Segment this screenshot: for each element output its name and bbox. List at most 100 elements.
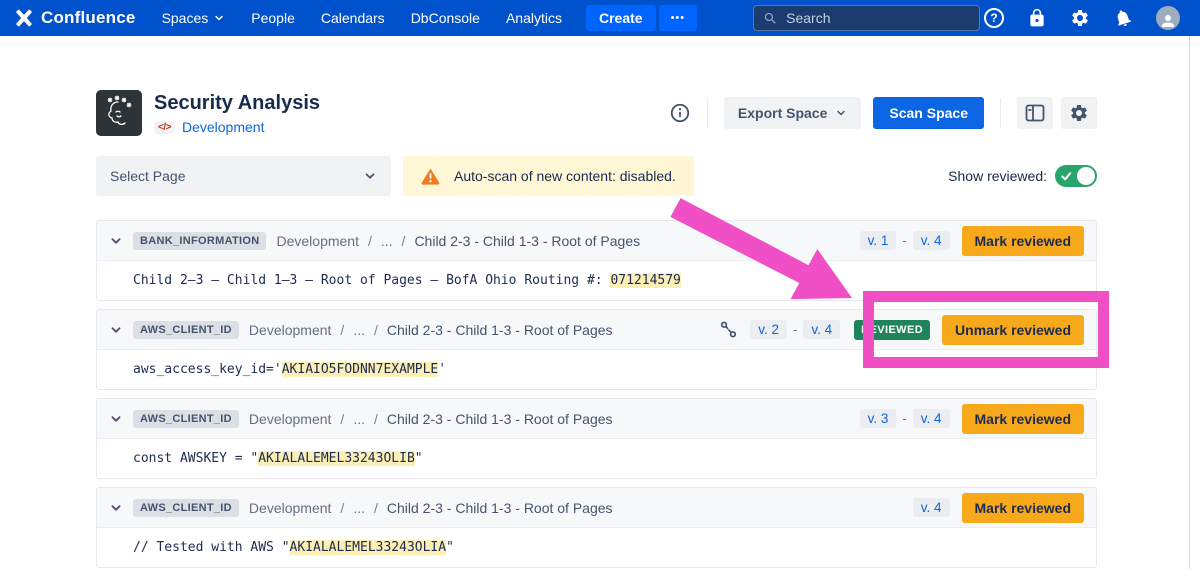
version-dash: -	[793, 322, 797, 337]
finding-header: AWS_CLIENT_ID Development / ... / Child …	[97, 488, 1096, 528]
lock-icon[interactable]	[1027, 8, 1047, 28]
breadcrumb-space[interactable]: Development	[276, 233, 359, 249]
version-to-link[interactable]: v. 4	[803, 320, 840, 339]
nav-item-calendars[interactable]: Calendars	[321, 10, 385, 26]
breadcrumb-page[interactable]: Child 2-3 - Child 1-3 - Root of Pages	[387, 411, 613, 427]
reviewed-badge: REVIEWED	[854, 320, 930, 340]
code-before: aws_access_key_id='	[133, 362, 282, 377]
breadcrumb-ellipsis[interactable]: ...	[353, 322, 365, 338]
code-highlight: AKIALALEMEL33243OLIB	[258, 451, 415, 466]
gear-icon[interactable]	[1070, 8, 1090, 28]
code-highlight: AKIAIO5FODNN7EXAMPLE	[282, 362, 439, 377]
select-page-value: Select Page	[110, 168, 186, 184]
finding-code-line: Child 2–3 – Child 1–3 – Root of Pages – …	[97, 261, 1096, 300]
breadcrumb-ellipsis[interactable]: ...	[381, 233, 393, 249]
finding-header: AWS_CLIENT_ID Development / ... / Child …	[97, 399, 1096, 439]
breadcrumb-space[interactable]: Development	[249, 322, 332, 338]
finding-breadcrumb: Development / ... / Child 2-3 - Child 1-…	[249, 500, 613, 516]
more-button[interactable]: •••	[659, 5, 698, 31]
breadcrumb-page[interactable]: Child 2-3 - Child 1-3 - Root of Pages	[387, 500, 613, 516]
chevron-down-icon	[213, 12, 225, 24]
version-to-link[interactable]: v. 4	[913, 231, 950, 250]
finding-code-line: // Tested with AWS "AKIALALEMEL33243OLIA…	[97, 528, 1096, 567]
finding-card: AWS_CLIENT_ID Development / ... / Child …	[96, 487, 1097, 568]
info-button[interactable]	[669, 102, 691, 124]
finding-breadcrumb: Development / ... / Child 2-3 - Child 1-…	[249, 411, 613, 427]
review-action-button[interactable]: Mark reviewed	[962, 493, 1085, 523]
sidebar-layout-button[interactable]	[1017, 97, 1053, 129]
breadcrumb-page[interactable]: Child 2-3 - Child 1-3 - Root of Pages	[387, 322, 613, 338]
breadcrumb-separator: /	[402, 233, 406, 249]
sidebar-layout-icon	[1025, 104, 1045, 122]
divider	[707, 98, 708, 128]
breadcrumb-separator: /	[374, 500, 378, 516]
show-reviewed-toggle[interactable]	[1055, 165, 1097, 187]
avatar[interactable]	[1156, 6, 1180, 30]
chevron-down-icon[interactable]	[109, 323, 123, 337]
export-space-label: Export Space	[738, 105, 827, 121]
finding-card: AWS_CLIENT_ID Development / ... / Child …	[96, 309, 1097, 390]
search-icon	[763, 11, 778, 26]
finding-breadcrumb: Development / ... / Child 2-3 - Child 1-…	[249, 322, 613, 338]
code-after: '	[438, 362, 446, 377]
scan-space-button[interactable]: Scan Space	[873, 97, 984, 129]
code-before: // Tested with AWS "	[133, 540, 290, 555]
finding-code-line: const AWSKEY = "AKIALALEMEL33243OLIB"	[97, 439, 1096, 478]
review-action-button[interactable]: Mark reviewed	[962, 226, 1085, 256]
chevron-down-icon	[363, 169, 377, 183]
code-after: "	[446, 540, 454, 555]
breadcrumb-space[interactable]: Development	[249, 500, 332, 516]
divider	[1000, 98, 1001, 128]
nav-item-analytics[interactable]: Analytics	[506, 10, 562, 26]
breadcrumb-separator: /	[368, 233, 372, 249]
create-button[interactable]: Create	[586, 5, 656, 31]
top-navbar: Confluence Spaces People Calendars DbCon…	[0, 0, 1200, 36]
bell-icon[interactable]	[1110, 5, 1135, 30]
version-to-link[interactable]: v. 4	[913, 409, 950, 428]
nav-item-people[interactable]: People	[251, 10, 295, 26]
breadcrumb-separator: /	[374, 411, 378, 427]
export-space-button[interactable]: Export Space	[724, 97, 861, 129]
code-before: Child 2–3 – Child 1–3 – Root of Pages – …	[133, 273, 610, 288]
review-action-button[interactable]: Unmark reviewed	[942, 315, 1084, 345]
chevron-down-icon[interactable]	[109, 412, 123, 426]
finding-type-badge: AWS_CLIENT_ID	[133, 499, 239, 517]
code-highlight: 071214579	[610, 273, 680, 288]
version-from-link[interactable]: v. 3	[860, 409, 897, 428]
finding-code-line: aws_access_key_id='AKIAIO5FODNN7EXAMPLE'	[97, 350, 1096, 389]
version-from-link[interactable]: v. 2	[750, 320, 787, 339]
breadcrumb-separator: /	[340, 322, 344, 338]
confluence-logo[interactable]: Confluence	[14, 8, 136, 28]
breadcrumb-ellipsis[interactable]: ...	[353, 411, 365, 427]
finding-type-badge: BANK_INFORMATION	[133, 232, 266, 250]
review-action-button[interactable]: Mark reviewed	[962, 404, 1085, 434]
code-icon: </>	[154, 121, 175, 134]
breadcrumb-separator: /	[340, 500, 344, 516]
chevron-down-icon[interactable]	[109, 501, 123, 515]
breadcrumb-ellipsis[interactable]: ...	[353, 500, 365, 516]
search-box[interactable]	[753, 5, 980, 31]
autoscan-warning-banner: Auto-scan of new content: disabled.	[403, 156, 694, 196]
code-before: const AWSKEY = "	[133, 451, 258, 466]
space-settings-button[interactable]	[1061, 97, 1097, 129]
nav-item-spaces[interactable]: Spaces	[162, 10, 226, 26]
breadcrumb-page[interactable]: Child 2-3 - Child 1-3 - Root of Pages	[414, 233, 640, 249]
findings-list: BANK_INFORMATION Development / ... / Chi…	[96, 220, 1097, 568]
code-after: "	[415, 451, 423, 466]
nav-item-dbconsole[interactable]: DbConsole	[411, 10, 480, 26]
confluence-logo-icon	[14, 8, 34, 28]
chevron-down-icon[interactable]	[109, 234, 123, 248]
version-to-link[interactable]: v. 4	[913, 498, 950, 517]
help-icon[interactable]: ?	[984, 8, 1004, 28]
version-from-link[interactable]: v. 1	[860, 231, 897, 250]
breadcrumb-space[interactable]: Development	[249, 411, 332, 427]
select-page-dropdown[interactable]: Select Page	[96, 156, 391, 196]
brand-name[interactable]: Confluence	[41, 8, 136, 28]
nav-item-label: Spaces	[162, 10, 209, 26]
finding-breadcrumb: Development / ... / Child 2-3 - Child 1-…	[276, 233, 640, 249]
space-link-development[interactable]: Development	[182, 119, 265, 135]
page-title: Security Analysis	[154, 91, 320, 115]
diff-icon[interactable]	[719, 320, 738, 339]
finding-type-badge: AWS_CLIENT_ID	[133, 410, 239, 428]
search-input[interactable]	[786, 10, 970, 26]
